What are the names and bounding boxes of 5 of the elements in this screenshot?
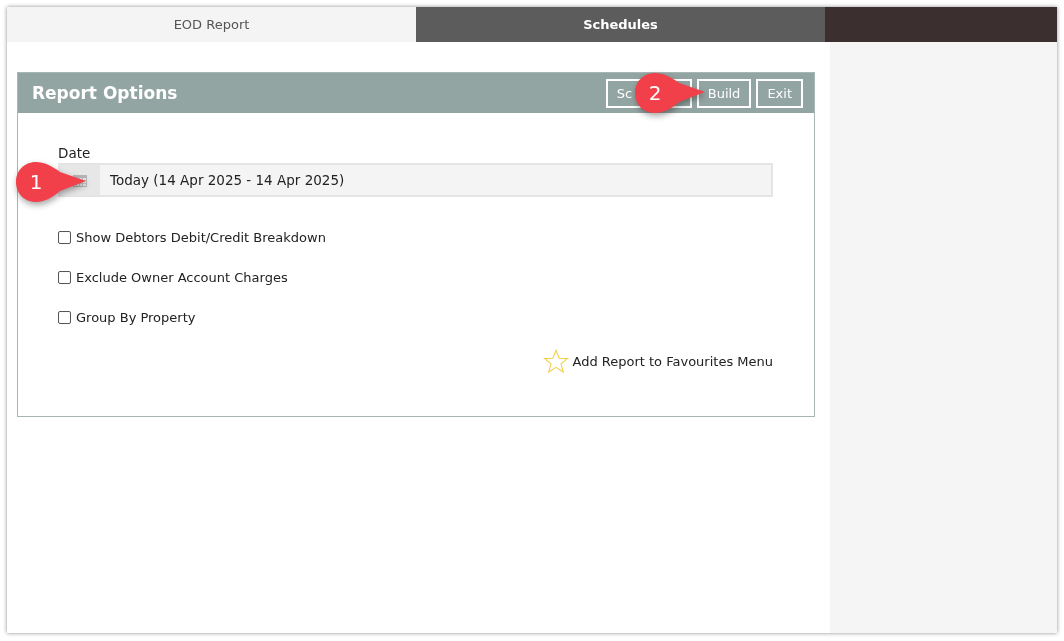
checkbox-label: Exclude Owner Account Charges xyxy=(76,269,288,285)
date-label: Date xyxy=(58,145,92,161)
panel-title: Report Options xyxy=(32,83,178,103)
checkbox-label: Group By Property xyxy=(76,309,196,325)
checkbox-label: Show Debtors Debit/Credit Breakdown xyxy=(76,229,326,245)
